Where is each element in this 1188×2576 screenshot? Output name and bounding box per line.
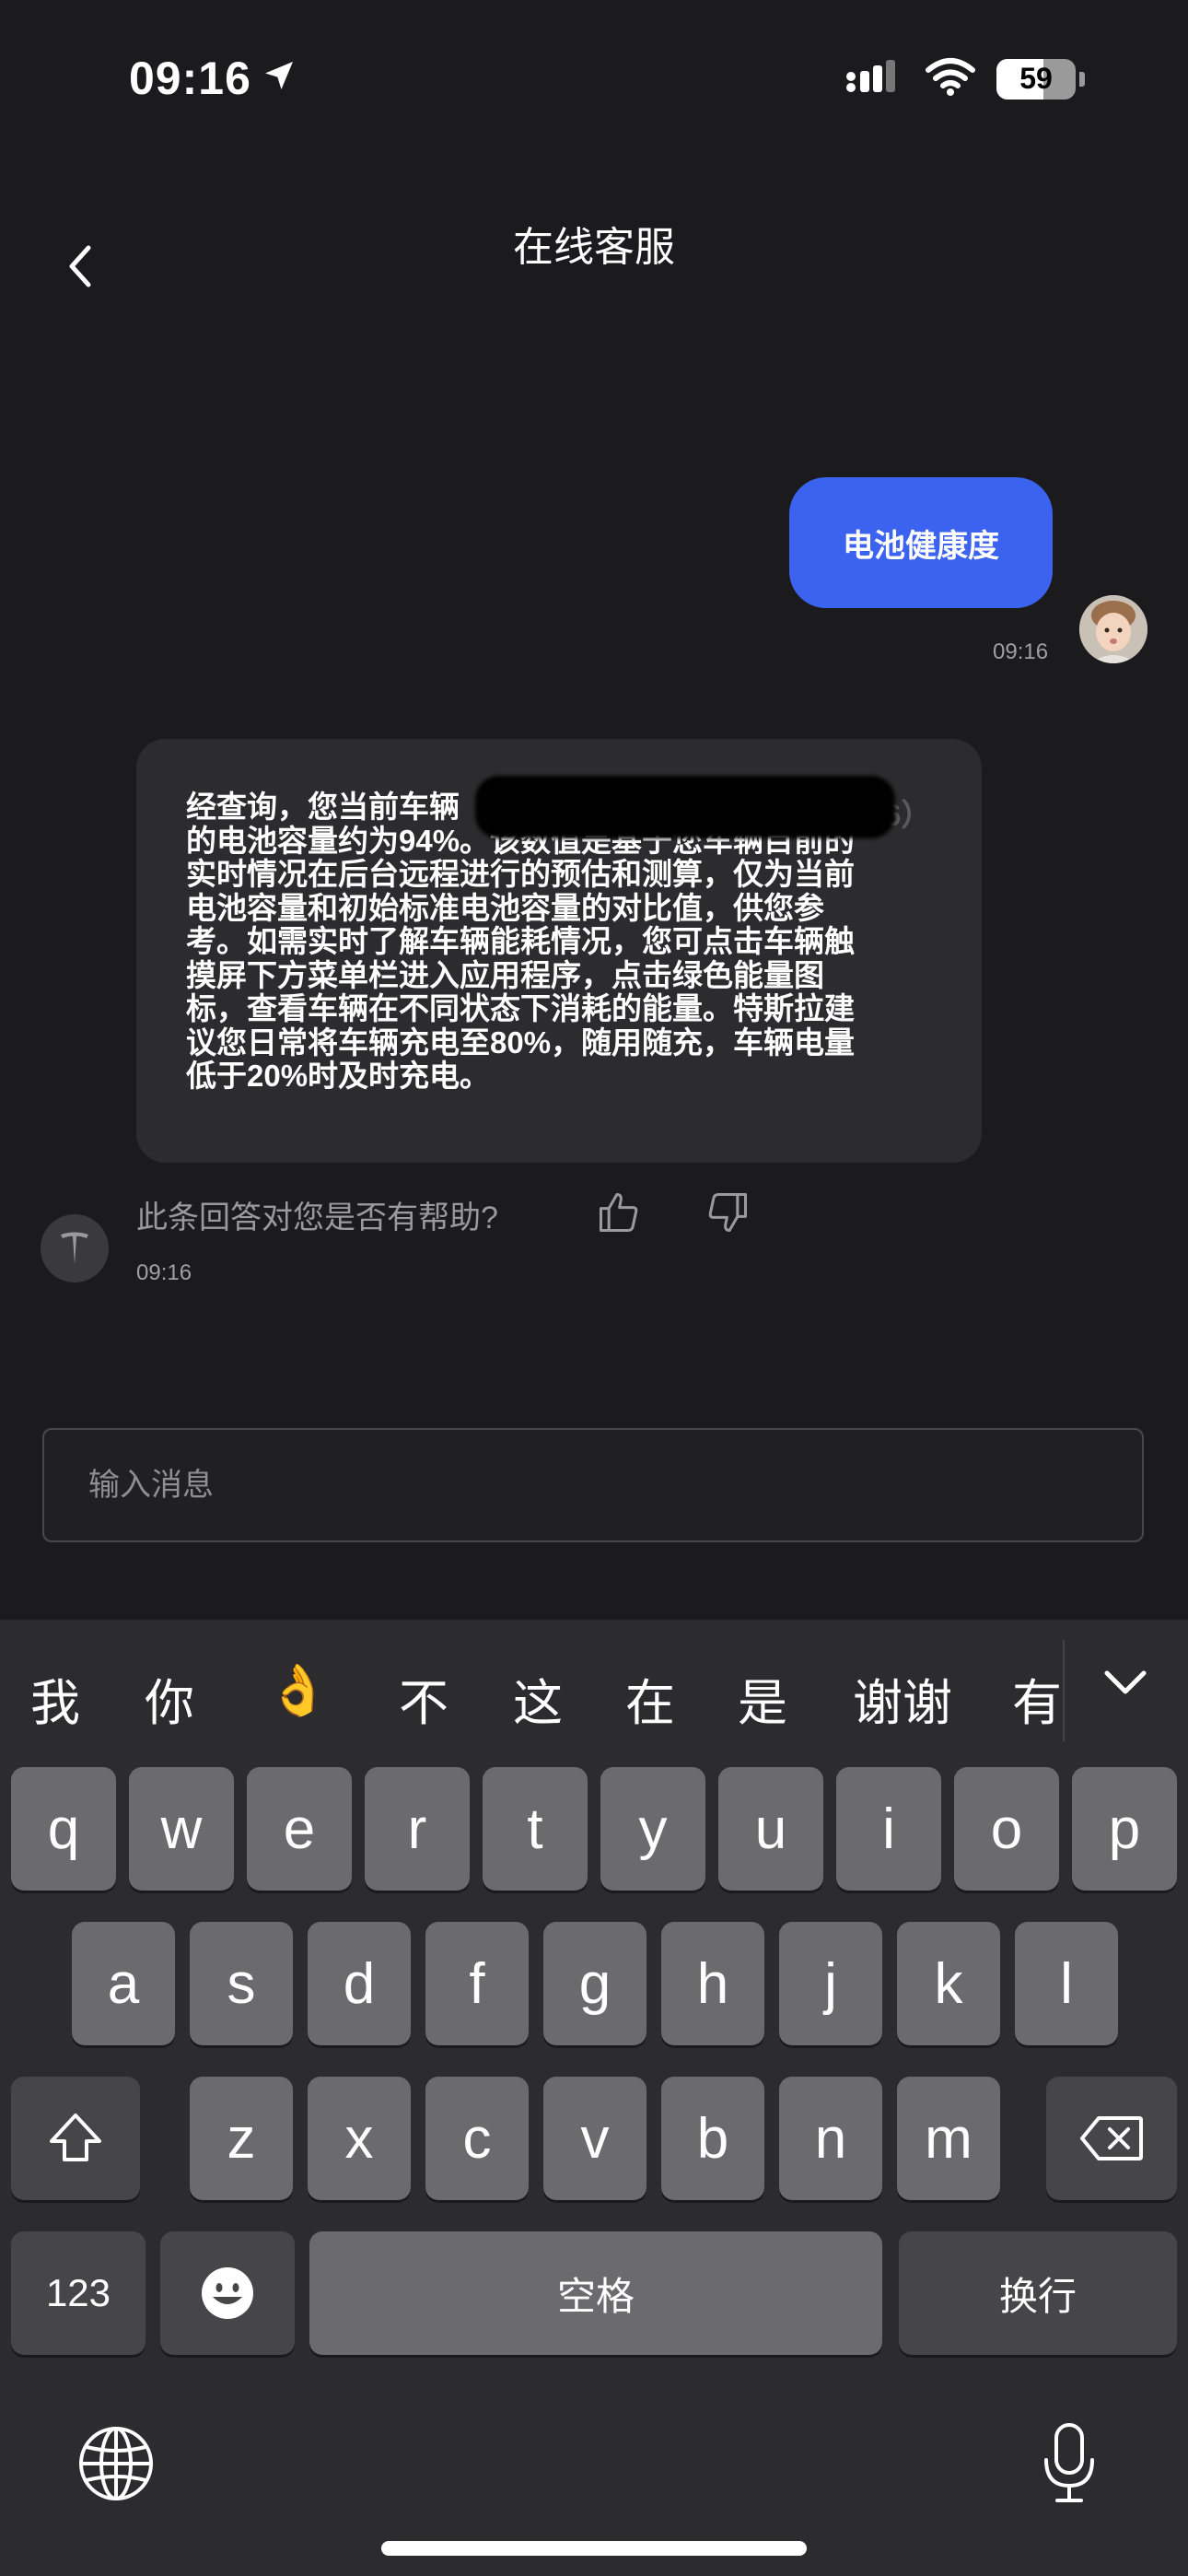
user-photo <box>1079 595 1147 663</box>
dictation-button[interactable] <box>1041 2421 1098 2511</box>
suggestion-9[interactable]: 有 <box>1012 1662 1062 1735</box>
backspace-icon <box>1080 2116 1143 2160</box>
delete-key[interactable] <box>1046 2077 1177 2200</box>
location-arrow-icon <box>261 52 297 105</box>
suggestion-3[interactable]: 👌 <box>267 1662 329 1720</box>
battery-level: 59 <box>1019 62 1053 95</box>
numbers-key[interactable]: 123 <box>11 2231 146 2355</box>
key-t[interactable]: t <box>483 1767 588 1891</box>
key-z[interactable]: z <box>190 2077 293 2200</box>
key-a[interactable]: a <box>72 1922 175 2045</box>
suggestion-1[interactable]: 我 <box>30 1662 80 1735</box>
key-w[interactable]: w <box>129 1767 234 1891</box>
thumbs-up-icon <box>599 1192 638 1233</box>
outgoing-message-time: 09:16 <box>993 639 1049 664</box>
key-d[interactable]: d <box>308 1922 411 2045</box>
suggestion-2[interactable]: 你 <box>145 1662 194 1735</box>
key-e[interactable]: e <box>247 1767 352 1891</box>
page-title: 在线客服 <box>513 225 675 270</box>
key-o[interactable]: o <box>954 1767 1059 1891</box>
chevron-down-icon <box>1104 1670 1147 1694</box>
message-input[interactable] <box>42 1428 1144 1542</box>
suggestion-5[interactable]: 这 <box>513 1662 563 1735</box>
key-h[interactable]: h <box>661 1922 764 2045</box>
key-g[interactable]: g <box>543 1922 646 2045</box>
status-time-text: 09:16 <box>129 53 251 104</box>
key-x[interactable]: x <box>308 2077 411 2200</box>
user-avatar[interactable] <box>1079 595 1147 663</box>
suggestion-bar: 我 你 👌 不 这 在 是 谢谢 有 <box>0 1620 1188 1767</box>
thumbs-down-button[interactable] <box>704 1188 751 1241</box>
key-r[interactable]: r <box>365 1767 470 1891</box>
globe-button[interactable] <box>77 2425 155 2507</box>
microphone-icon <box>1044 2423 1094 2502</box>
tesla-avatar <box>41 1214 109 1282</box>
chat-screen: 09:16 59 在线客服 电池健康度 09:16 经查询，您当前车辆（ 的电池… <box>0 0 1188 1620</box>
key-c[interactable]: c <box>425 2077 529 2200</box>
key-y[interactable]: y <box>600 1767 705 1891</box>
tesla-logo-icon <box>61 1232 88 1264</box>
suggestion-6[interactable]: 在 <box>625 1662 675 1735</box>
key-u[interactable]: u <box>718 1767 823 1891</box>
battery-cap <box>1079 71 1085 87</box>
key-b[interactable]: b <box>661 2077 764 2200</box>
collapse-suggestions-button[interactable] <box>1101 1666 1149 1704</box>
key-i[interactable]: i <box>836 1767 941 1891</box>
emoji-smiley-icon <box>202 2267 253 2319</box>
space-key[interactable]: 空格 <box>309 2231 882 2355</box>
incoming-message-time: 09:16 <box>136 1260 192 1285</box>
feedback-question: 此条回答对您是否有帮助? <box>136 1200 498 1235</box>
key-m[interactable]: m <box>897 2077 1000 2200</box>
key-s[interactable]: s <box>190 1922 293 2045</box>
suggestion-8[interactable]: 谢谢 <box>853 1662 952 1735</box>
key-f[interactable]: f <box>425 1922 529 2045</box>
outgoing-message-bubble[interactable]: 电池健康度 <box>789 477 1053 608</box>
wifi-icon <box>925 57 976 100</box>
key-p[interactable]: p <box>1072 1767 1177 1891</box>
suggestion-7[interactable]: 是 <box>738 1662 787 1735</box>
cellular-signal-icon <box>845 58 904 100</box>
key-v[interactable]: v <box>543 2077 646 2200</box>
emoji-key[interactable] <box>160 2231 295 2355</box>
home-indicator[interactable] <box>381 2541 807 2556</box>
status-time: 09:16 <box>129 52 297 105</box>
shift-key[interactable] <box>11 2077 140 2200</box>
thumbs-up-button[interactable] <box>595 1188 643 1241</box>
incoming-message-bubble[interactable]: 经查询，您当前车辆（ 的电池容量约为94%。该数值是基于您车辆目前的 实时情况在… <box>136 739 982 1163</box>
redaction-mark <box>475 776 895 838</box>
battery-icon: 59 <box>996 58 1076 100</box>
status-indicators: 59 <box>845 57 1085 100</box>
key-j[interactable]: j <box>779 1922 882 2045</box>
key-k[interactable]: k <box>897 1922 1000 2045</box>
suggestion-4[interactable]: 不 <box>399 1662 448 1735</box>
key-n[interactable]: n <box>779 2077 882 2200</box>
suggestion-divider <box>1063 1640 1065 1741</box>
globe-icon <box>79 2427 153 2500</box>
return-key[interactable]: 换行 <box>899 2231 1177 2355</box>
key-l[interactable]: l <box>1015 1922 1118 2045</box>
keyboard: 我 你 👌 不 这 在 是 谢谢 有 q w e r t y u i o p a… <box>0 1620 1188 2576</box>
key-q[interactable]: q <box>11 1767 116 1891</box>
shift-arrow-icon <box>50 2113 101 2161</box>
thumbs-down-icon <box>708 1192 748 1233</box>
